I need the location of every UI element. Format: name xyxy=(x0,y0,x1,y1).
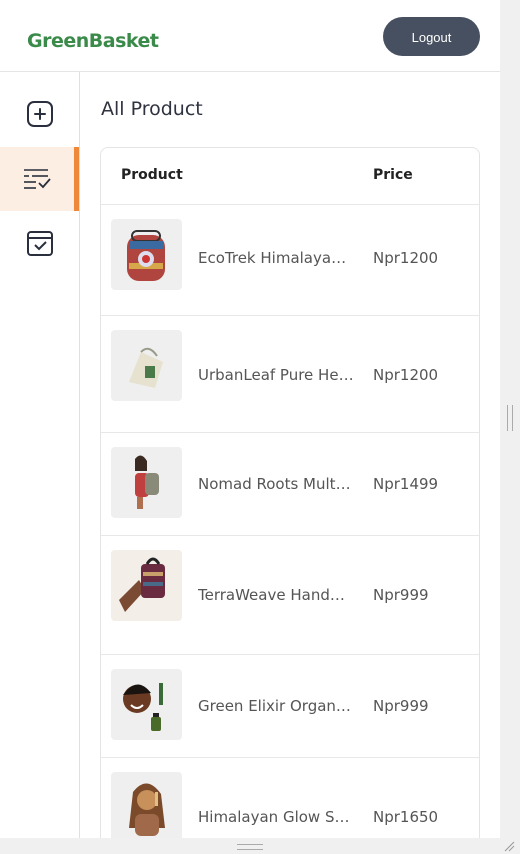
backpack-image xyxy=(111,219,182,290)
column-header-price: Price xyxy=(373,167,413,183)
column-header-product: Product xyxy=(121,167,183,183)
top-bar: GreenBasket Logout xyxy=(0,0,500,72)
product-table: Product Price EcoTrek Himalayan Backpack… xyxy=(100,147,480,838)
elixir-oil-image xyxy=(111,669,182,740)
table-row[interactable]: Green Elixir Organic Oil Npr999 xyxy=(101,655,479,758)
table-header: Product Price xyxy=(101,148,479,205)
resize-corner-icon[interactable] xyxy=(503,840,515,852)
app-window: GreenBasket Logout All Product Product P… xyxy=(0,0,500,838)
woven-bag-image xyxy=(111,550,182,621)
product-price: Npr999 xyxy=(373,697,429,715)
product-price: Npr999 xyxy=(373,586,429,604)
horizontal-resize-handle[interactable] xyxy=(237,844,263,850)
product-name: TerraWeave Handwoven Bag xyxy=(198,586,354,604)
table-row[interactable]: UrbanLeaf Pure Hemp Bag Npr1200 xyxy=(101,316,479,433)
calendar-check-icon xyxy=(26,231,53,256)
product-price: Npr1499 xyxy=(373,475,439,493)
main-content: All Product Product Price EcoTrek Himala… xyxy=(80,72,500,838)
product-name: Nomad Roots Multicolor Bag xyxy=(198,475,354,493)
sidebar-item-orders[interactable] xyxy=(0,211,79,275)
glow-serum-image xyxy=(111,772,182,838)
vertical-resize-handle[interactable] xyxy=(507,405,513,431)
product-price: Npr1200 xyxy=(373,249,439,267)
product-name: Himalayan Glow Serum xyxy=(198,808,354,826)
table-row[interactable]: Nomad Roots Multicolor Bag Npr1499 xyxy=(101,433,479,536)
sidebar-item-all-products[interactable] xyxy=(0,147,79,211)
brand-logo[interactable]: GreenBasket xyxy=(27,30,159,52)
hemp-bag-image xyxy=(111,330,182,401)
sidebar-item-add-product[interactable] xyxy=(0,82,79,146)
table-row[interactable]: EcoTrek Himalayan Backpack Npr1200 xyxy=(101,205,479,316)
product-name: Green Elixir Organic Oil xyxy=(198,697,354,715)
sidebar xyxy=(0,72,80,838)
model-backpack-image xyxy=(111,447,182,518)
product-price: Npr1650 xyxy=(373,808,439,826)
page-title: All Product xyxy=(101,98,203,120)
list-check-icon xyxy=(24,169,51,189)
add-square-icon xyxy=(26,101,53,127)
table-row[interactable]: Himalayan Glow Serum Npr1650 xyxy=(101,758,479,838)
table-row[interactable]: TerraWeave Handwoven Bag Npr999 xyxy=(101,536,479,655)
product-price: Npr1200 xyxy=(373,366,439,384)
logout-button[interactable]: Logout xyxy=(383,17,480,56)
product-name: EcoTrek Himalayan Backpack xyxy=(198,249,354,267)
product-name: UrbanLeaf Pure Hemp Bag xyxy=(198,366,354,384)
